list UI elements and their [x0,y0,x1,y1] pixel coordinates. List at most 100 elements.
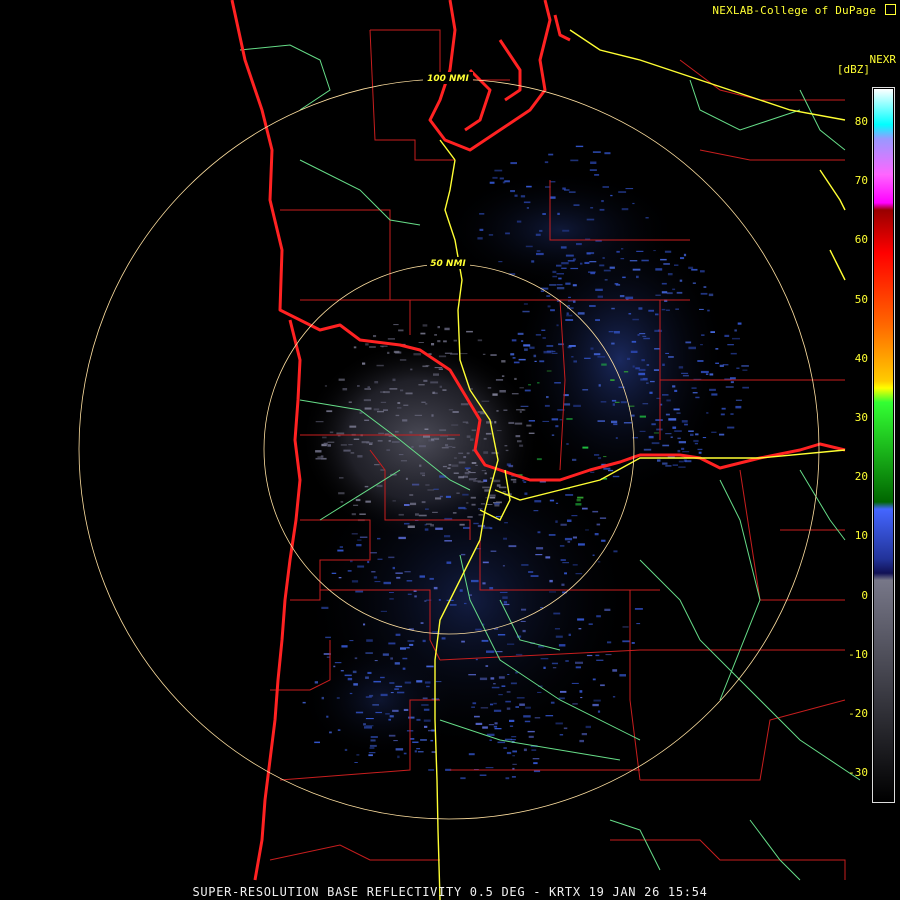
echo-speckle [660,258,667,261]
echo-speckle [565,494,574,496]
echo-speckle [392,566,395,570]
echo-speckle [475,722,483,725]
echo-speckle [534,360,537,362]
echo-speckle [521,608,527,611]
echo-speckle [435,681,442,683]
echo-speckle [549,579,553,583]
echo-speckle [374,581,381,583]
echo-speckle [396,576,401,579]
echo-speckle [732,337,740,340]
echo-speckle [459,523,465,526]
echo-speckle [473,522,479,525]
echo-speckle [510,162,517,165]
color-scale [872,87,895,803]
echo-speckle [477,237,483,240]
echo-speckle [489,739,492,741]
echo-speckle [357,565,365,568]
echo-speckle [506,751,512,755]
echo-speckle [494,728,502,730]
echo-speckle [327,441,335,443]
echo-speckle [466,330,473,333]
echo-speckle [341,645,348,648]
echo-speckle [685,341,692,344]
scale-tick-label: 0 [861,588,868,602]
echo-speckle [524,348,528,351]
echo-speckle [510,190,515,193]
echo-speckle [451,464,459,467]
echo-speckle [471,579,479,583]
echo-speckle [715,348,719,350]
echo-speckle [666,292,673,295]
echo-speckle [535,233,541,236]
echo-speckle [568,345,576,347]
echo-speckle [518,358,526,361]
echo-speckle [691,387,697,389]
echo-speckle [730,377,736,380]
echo-speckle [425,403,428,405]
credit-link[interactable]: NEXLAB-College of DuPage [712,3,896,17]
echo-speckle [535,554,543,556]
echo-speckle [422,324,428,327]
echo-speckle [631,340,637,343]
echo-speckle [489,181,495,184]
echo-speckle [552,667,557,669]
echo-speckle [519,410,522,413]
echo-speckle [558,277,562,280]
echo-speckle [412,741,419,743]
echo-speckle [676,291,683,294]
echo-speckle [564,189,570,191]
echo-speckle [490,354,497,356]
echo-speckle [603,467,611,470]
echo-speckle [632,202,635,205]
echo-speckle [497,741,506,744]
echo-speckle [369,443,373,445]
echo-speckle [596,659,604,661]
echo-speckle [475,658,478,661]
echo-speckle [426,685,430,688]
echo-speckle [395,414,400,417]
echo-speckle [400,460,407,462]
product-caption: SUPER-RESOLUTION BASE REFLECTIVITY 0.5 D… [192,885,708,899]
echo-speckle [489,527,493,530]
echo-speckle [590,161,597,164]
echo-speckle [517,440,522,443]
echo-speckle [488,234,494,236]
echo-speckle [715,362,719,364]
echo-speckle [363,623,366,626]
echo-speckle [524,389,531,392]
echo-speckle [503,409,508,411]
echo-speckle [572,458,577,461]
echo-speckle [533,770,541,773]
echo-speckle [551,434,555,436]
echo-speckle [719,433,725,436]
echo-speckle [483,437,487,440]
echo-speckle [541,329,546,331]
echo-speckle [582,446,589,449]
echo-speckle [344,674,352,677]
echo-speckle [674,389,678,392]
echo-speckle [402,419,408,422]
echo-speckle [579,690,583,693]
echo-speckle [510,682,517,685]
echo-speckle [442,389,447,391]
echo-speckle [730,413,734,415]
echo-speckle [448,464,452,466]
echo-speckle [479,677,488,681]
echo-speckle [614,401,620,403]
echo-speckle [482,582,486,585]
echo-speckle [653,432,659,434]
echo-speckle [719,364,724,367]
echo-speckle [701,334,705,336]
echo-speckle [410,502,417,506]
echo-speckle [353,683,358,686]
echo-speckle [492,176,498,179]
echo-speckle [523,303,528,305]
echo-speckle [437,340,441,343]
echo-speckle [664,250,672,253]
echo-speckle [414,414,422,416]
echo-speckle [478,508,483,510]
echo-speckle [515,706,519,708]
echo-speckle [355,590,364,593]
echo-speckle [682,374,689,377]
echo-speckle [599,517,607,519]
